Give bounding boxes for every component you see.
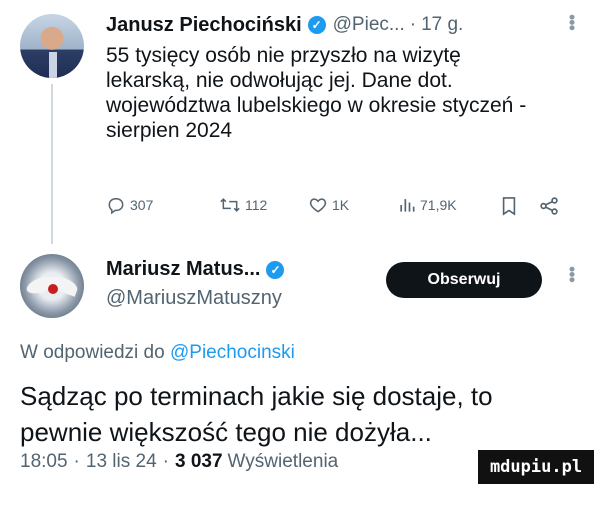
reply-author-handle[interactable]: @MariuszMatuszny xyxy=(106,287,282,310)
reply-count: 307 xyxy=(130,197,154,213)
tweet-time[interactable]: 18:05 xyxy=(20,451,68,473)
reply-action[interactable]: 307 xyxy=(106,195,153,215)
share-action[interactable] xyxy=(538,195,564,217)
separator-dot: · xyxy=(409,14,417,35)
views-count: 3 037 xyxy=(174,451,223,472)
avatar-mariusz[interactable] xyxy=(20,254,84,318)
more-icon[interactable]: ••• xyxy=(561,266,582,282)
like-icon xyxy=(309,198,327,213)
views-label: Wyświetlenia xyxy=(227,451,339,472)
verified-badge-icon: ✓ xyxy=(307,16,326,34)
repost-icon xyxy=(220,198,240,212)
follow-button[interactable]: Obserwuj xyxy=(386,262,542,298)
avatar-janusz[interactable] xyxy=(20,14,84,78)
separator-dot: · xyxy=(73,451,80,472)
views-action[interactable]: 71,9K xyxy=(398,195,457,215)
bookmark-icon xyxy=(502,197,516,216)
repost-count: 112 xyxy=(245,197,268,213)
thread-line xyxy=(51,84,53,244)
like-action[interactable]: 1K xyxy=(308,195,349,215)
tweet-meta: 18:05 · 13 lis 24 · 3 037 Wyświetlenia xyxy=(20,451,338,473)
views-icon xyxy=(400,199,415,212)
separator-dot: · xyxy=(162,451,169,472)
parent-tweet-header: Janusz Piechociński ✓ @Piec... · 17 g. xyxy=(106,12,463,38)
repost-action[interactable]: 112 xyxy=(219,195,267,215)
like-count: 1K xyxy=(332,197,350,213)
tweet-date[interactable]: 13 lis 24 xyxy=(86,451,157,473)
author-name[interactable]: Janusz Piechociński xyxy=(106,14,302,37)
verified-badge-icon: ✓ xyxy=(266,260,285,279)
more-icon[interactable]: ••• xyxy=(561,14,582,30)
reply-to-handle-link[interactable]: @Piechocinski xyxy=(170,342,295,363)
reply-icon xyxy=(108,198,124,215)
bookmark-action[interactable] xyxy=(500,195,522,217)
reply-tweet-text: Sądząc po terminach jakie się dostaje, t… xyxy=(20,381,493,447)
reply-to-prefix: W odpowiedzi do xyxy=(20,342,165,363)
author-handle[interactable]: @Piec... xyxy=(333,14,405,36)
tweet-time[interactable]: 17 g. xyxy=(421,14,463,36)
reply-author-name[interactable]: Mariusz Matus... xyxy=(106,258,260,281)
reply-author-header: Mariusz Matus... ✓ xyxy=(106,258,285,281)
tweet-actions: 307 112 1K 71,9K xyxy=(106,193,560,221)
share-icon xyxy=(540,197,558,215)
views-count: 71,9K xyxy=(420,197,457,213)
parent-tweet-text: 55 tysięcy osób nie przyszło na wizytę l… xyxy=(106,44,527,142)
watermark-logo: mdupiu.pl xyxy=(478,450,594,484)
reply-to-line: W odpowiedzi do @Piechocinski xyxy=(20,342,295,364)
